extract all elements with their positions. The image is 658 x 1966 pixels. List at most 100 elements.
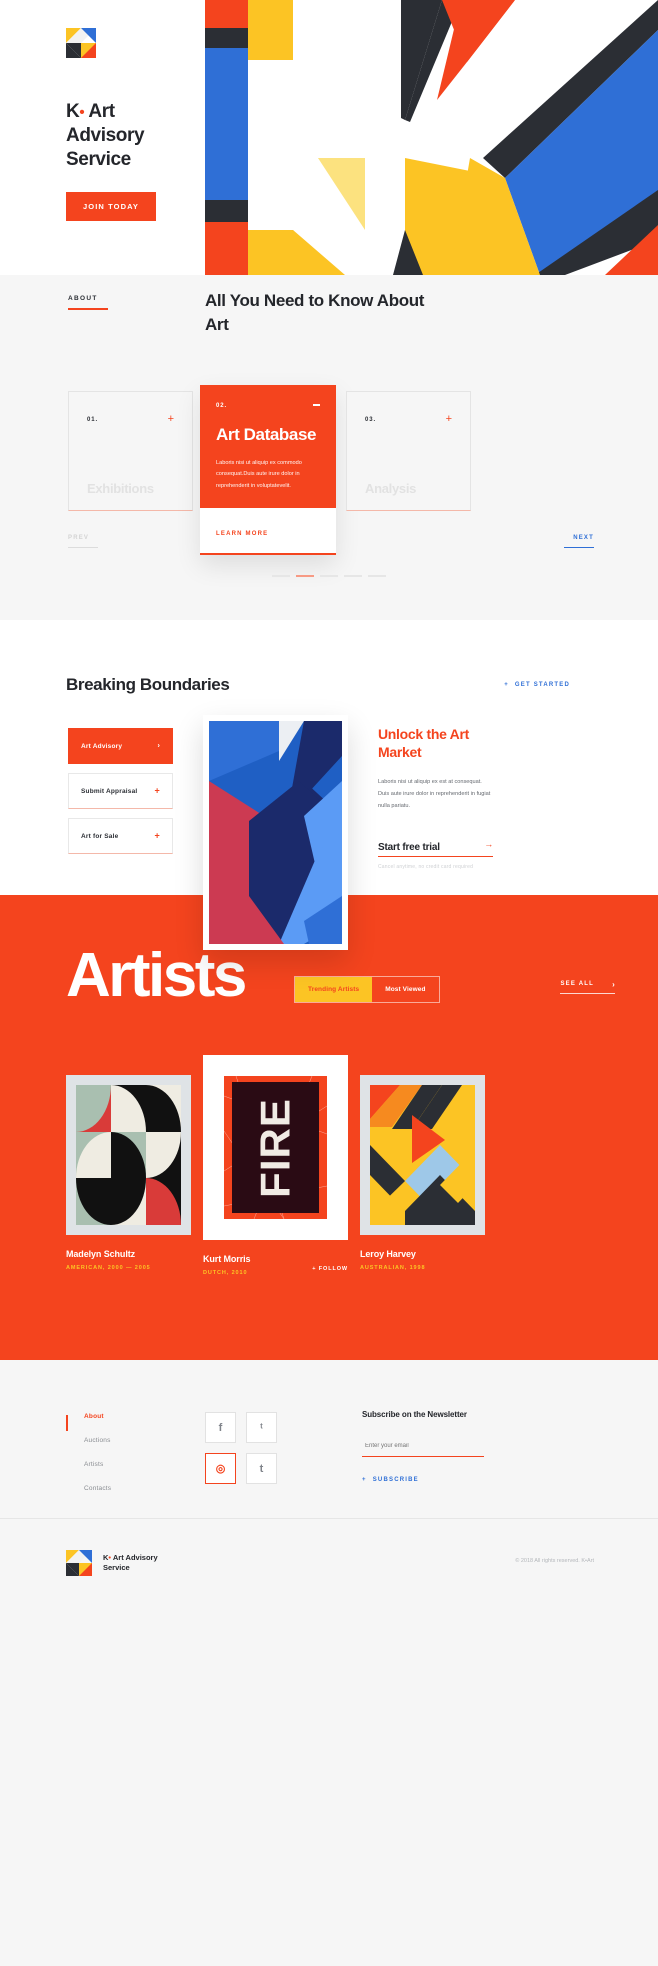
artist-meta: AMERICAN, 2000 — 2005 bbox=[66, 1265, 151, 1271]
carousel-pagination[interactable] bbox=[272, 575, 386, 577]
breaking-boundaries-heading: Breaking Boundaries bbox=[66, 675, 230, 694]
card-title: Exhibitions bbox=[87, 481, 154, 496]
card-title: Art Database bbox=[216, 425, 317, 444]
pagination-dot[interactable] bbox=[272, 575, 290, 577]
yellow-chevron-artwork bbox=[370, 1085, 475, 1225]
start-free-trial-link[interactable]: Start free trial → bbox=[378, 837, 493, 858]
arrow-right-icon: → bbox=[484, 838, 493, 849]
pagination-dot[interactable] bbox=[344, 575, 362, 577]
accordion-label: Art for Sale bbox=[81, 832, 119, 840]
plus-icon: + bbox=[362, 1477, 367, 1483]
artists-filter-toggle[interactable]: Trending Artists Most Viewed bbox=[294, 976, 440, 1003]
artists-section: Artists Trending Artists Most Viewed SEE… bbox=[0, 895, 658, 1360]
artist-card-leroy-harvey[interactable]: Leroy Harvey AUSTRALIAN, 1998 bbox=[360, 1075, 485, 1271]
see-all-link[interactable]: SEE ALL › bbox=[560, 980, 615, 994]
about-card-01[interactable]: 01. + Exhibitions bbox=[68, 391, 193, 511]
social-links: f ᵗ ◎ t bbox=[205, 1412, 277, 1494]
footer-brand-name: K• Art Advisory Service bbox=[103, 1553, 158, 1574]
footer-link-about[interactable]: About bbox=[84, 1413, 111, 1420]
card-number: 03. bbox=[365, 417, 377, 423]
learn-more-link[interactable]: LEARN MORE bbox=[216, 531, 268, 537]
minus-icon[interactable] bbox=[313, 404, 320, 406]
hero-title-dot: • bbox=[79, 104, 85, 121]
svg-text:FIRE: FIRE bbox=[252, 1098, 299, 1198]
pagination-dot-active[interactable] bbox=[296, 575, 314, 577]
card-description: Laboris nisi ut aliquip ex commodo conse… bbox=[216, 459, 302, 489]
tumblr-icon[interactable]: t bbox=[246, 1453, 277, 1484]
pagination-dot[interactable] bbox=[320, 575, 338, 577]
brand-art: Art bbox=[112, 1552, 124, 1562]
footer-divider bbox=[0, 1518, 658, 1519]
tab-most-viewed[interactable]: Most Viewed bbox=[372, 977, 438, 1002]
newsletter-block: Subscribe on the Newsletter + SUBSCRIBE bbox=[362, 1410, 484, 1483]
hero-title-line3: Service bbox=[66, 149, 131, 171]
artist-meta: AUSTRALIAN, 1998 bbox=[360, 1265, 426, 1271]
chevron-right-icon: › bbox=[612, 980, 616, 989]
artists-title: Artists bbox=[66, 941, 247, 1010]
hero-section: K• Art Advisory Service JOIN TODAY bbox=[0, 0, 658, 275]
landing-page: K• Art Advisory Service JOIN TODAY ABOUT… bbox=[0, 0, 658, 1966]
about-card-03[interactable]: 03. + Analysis bbox=[346, 391, 471, 511]
carousel-next-button[interactable]: NEXT bbox=[564, 535, 594, 548]
bauhaus-circles-artwork bbox=[76, 1085, 181, 1225]
hero-title-line1: K bbox=[66, 101, 80, 122]
unlock-art-market-block: Unlock the Art Market Laboris nisi ut al… bbox=[378, 725, 493, 870]
brand-dot: • bbox=[108, 1552, 112, 1562]
plus-icon[interactable]: + bbox=[446, 414, 452, 425]
card-body: 02. Art Database Laboris nisi ut aliquip… bbox=[200, 385, 336, 509]
facebook-icon[interactable]: f bbox=[205, 1412, 236, 1443]
start-free-trial-label: Start free trial bbox=[378, 841, 440, 853]
card-footer: LEARN MORE bbox=[200, 508, 336, 556]
artist-card-kurt-morris[interactable]: FIRE Kurt Morris DUTCH, 2010 + FOLLOW bbox=[203, 1055, 348, 1276]
twitter-icon[interactable]: ᵗ bbox=[246, 1412, 277, 1443]
footer-link-auctions[interactable]: Auctions bbox=[84, 1437, 111, 1444]
brand-service: Service bbox=[103, 1563, 130, 1572]
trial-note: Cancel anytime, no credit card required bbox=[378, 863, 474, 870]
footer-nav: About Auctions Artists Contacts bbox=[84, 1413, 111, 1509]
brand-advisory: Advisory bbox=[125, 1552, 158, 1562]
copyright-text: © 2018 All rights reserved. K•Art bbox=[515, 1558, 594, 1564]
plus-icon[interactable]: + bbox=[168, 414, 174, 425]
footer-link-artists[interactable]: Artists bbox=[84, 1461, 111, 1468]
see-all-label: SEE ALL bbox=[560, 981, 594, 987]
k-art-logo-icon[interactable] bbox=[66, 1550, 92, 1576]
abstract-blue-red-poster bbox=[203, 715, 348, 950]
geometric-k-hero-artwork bbox=[205, 0, 658, 275]
about-label: ABOUT bbox=[68, 295, 108, 310]
about-card-02-active[interactable]: 02. Art Database Laboris nisi ut aliquip… bbox=[200, 385, 336, 556]
artist-card-madelyn-schultz[interactable]: Madelyn Schultz AMERICAN, 2000 — 2005 bbox=[66, 1075, 191, 1271]
hero-title-line2: Advisory bbox=[66, 125, 145, 147]
chevron-right-icon: › bbox=[157, 742, 160, 750]
carousel-prev-button[interactable]: PREV bbox=[68, 535, 99, 548]
tab-trending-artists[interactable]: Trending Artists bbox=[295, 977, 373, 1002]
card-title: Analysis bbox=[365, 481, 417, 496]
accordion-item-art-for-sale[interactable]: Art for Sale + bbox=[68, 818, 173, 854]
unlock-title: Unlock the Art Market bbox=[378, 726, 469, 761]
instagram-icon[interactable]: ◎ bbox=[205, 1453, 236, 1484]
plus-icon: + bbox=[154, 785, 160, 796]
follow-button[interactable]: + FOLLOW bbox=[312, 1266, 348, 1272]
about-section: ABOUT All You Need to Know About Art 01.… bbox=[0, 275, 658, 620]
artist-name: Kurt Morris bbox=[203, 1254, 251, 1264]
pagination-dot[interactable] bbox=[368, 575, 386, 577]
footer-link-contacts[interactable]: Contacts bbox=[84, 1485, 111, 1492]
card-number: 01. bbox=[87, 417, 99, 423]
email-input[interactable] bbox=[362, 1437, 484, 1457]
breaking-boundaries-section: Breaking Boundaries + GET STARTED Art Adv… bbox=[0, 620, 658, 950]
artist-name: Leroy Harvey bbox=[360, 1249, 416, 1259]
accordion-item-art-advisory[interactable]: Art Advisory › bbox=[68, 728, 173, 764]
accordion-label: Submit Appraisal bbox=[81, 787, 138, 795]
get-started-link[interactable]: + GET STARTED bbox=[504, 682, 570, 688]
plus-icon: + bbox=[504, 682, 509, 688]
k-art-logo-icon[interactable] bbox=[66, 28, 96, 58]
artwork-frame bbox=[360, 1075, 485, 1235]
newsletter-heading: Subscribe on the Newsletter bbox=[362, 1410, 467, 1419]
footer-accent-bar bbox=[66, 1415, 68, 1431]
get-started-label: GET STARTED bbox=[514, 682, 570, 688]
services-accordion: Art Advisory › Submit Appraisal + Art fo… bbox=[68, 728, 173, 863]
accordion-item-submit-appraisal[interactable]: Submit Appraisal + bbox=[68, 773, 173, 809]
artwork-frame: FIRE bbox=[203, 1055, 348, 1240]
artwork-frame bbox=[66, 1075, 191, 1235]
join-today-button[interactable]: JOIN TODAY bbox=[66, 192, 157, 221]
subscribe-button[interactable]: + SUBSCRIBE bbox=[362, 1477, 484, 1483]
